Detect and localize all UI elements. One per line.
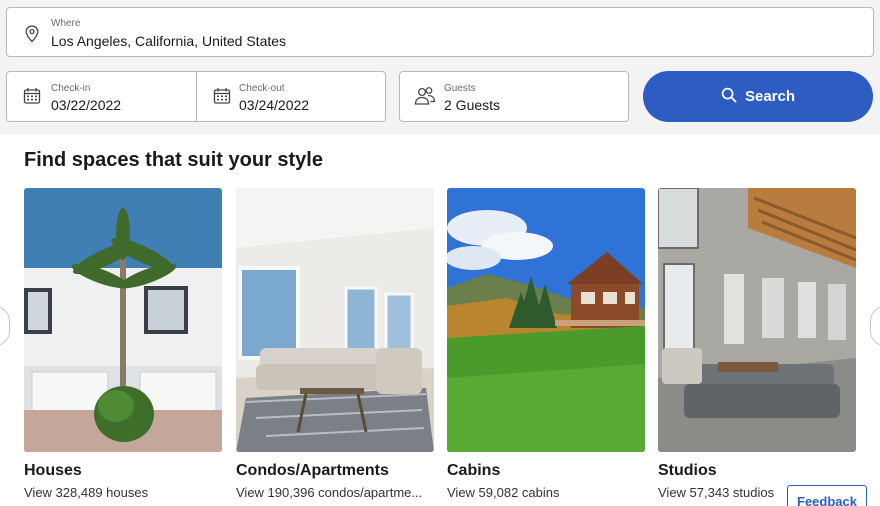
checkin-label: Check-in: [51, 83, 91, 94]
condos-image[interactable]: [236, 188, 434, 452]
checkout-value[interactable]: 03/24/2022: [239, 97, 309, 113]
cabins-image[interactable]: [447, 188, 645, 452]
category-card-houses[interactable]: Houses View 328,489 houses: [24, 188, 222, 500]
calendar-icon: [23, 87, 41, 105]
guests-label: Guests: [444, 83, 476, 94]
checkin-value[interactable]: 03/22/2022: [51, 97, 121, 113]
feedback-button[interactable]: Feedback: [787, 485, 867, 506]
category-card-cabins[interactable]: Cabins View 59,082 cabins: [447, 188, 645, 500]
where-value[interactable]: Los Angeles, California, United States: [51, 33, 286, 49]
category-card-condos[interactable]: Condos/Apartments View 190,396 condos/ap…: [236, 188, 434, 500]
guests-value[interactable]: 2 Guests: [444, 97, 500, 113]
carousel-prev-button[interactable]: [0, 306, 10, 346]
checkin-field[interactable]: Check-in 03/22/2022: [7, 72, 197, 121]
houses-image[interactable]: [24, 188, 222, 452]
people-icon: [414, 86, 436, 106]
search-button-label: Search: [744, 88, 796, 105]
card-title[interactable]: Houses: [24, 462, 222, 480]
card-title[interactable]: Studios: [658, 462, 856, 480]
where-field[interactable]: Where Los Angeles, California, United St…: [6, 7, 874, 57]
card-title[interactable]: Condos/Apartments: [236, 462, 434, 480]
date-range: Check-in 03/22/2022 Check-out 03/24/2022: [6, 71, 386, 122]
search-icon: [721, 87, 737, 107]
card-title[interactable]: Cabins: [447, 462, 645, 480]
guests-field[interactable]: Guests 2 Guests: [399, 71, 629, 122]
card-subtitle[interactable]: View 328,489 houses: [24, 485, 222, 500]
carousel-next-button[interactable]: [870, 306, 880, 346]
card-subtitle[interactable]: View 59,082 cabins: [447, 485, 645, 500]
card-subtitle[interactable]: View 190,396 condos/apartme...: [236, 485, 434, 500]
studios-image[interactable]: [658, 188, 856, 452]
checkout-label: Check-out: [239, 83, 285, 94]
calendar-icon: [213, 87, 231, 105]
checkout-field[interactable]: Check-out 03/24/2022: [197, 72, 385, 121]
where-label: Where: [51, 18, 81, 29]
section-title: Find spaces that suit your style: [24, 149, 323, 171]
category-card-studios[interactable]: Studios View 57,343 studios: [658, 188, 856, 500]
search-button[interactable]: Search: [643, 71, 873, 122]
location-pin-icon: [24, 24, 40, 44]
